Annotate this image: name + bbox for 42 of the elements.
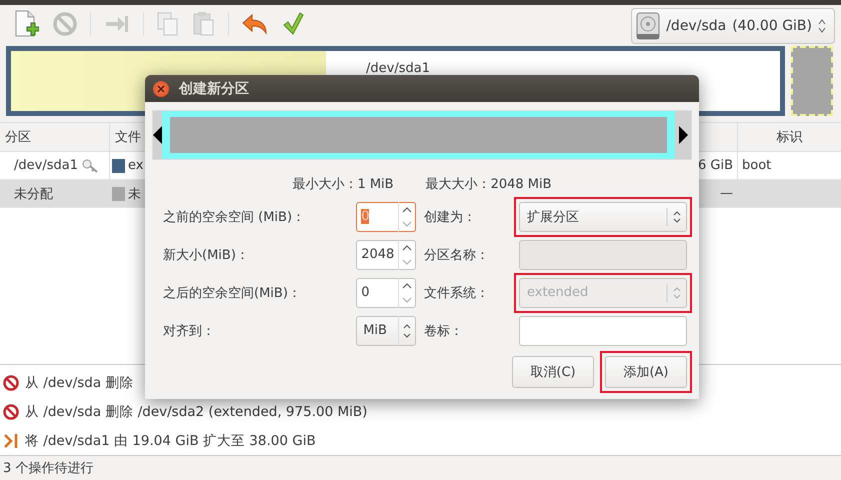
unit-dropdown[interactable]: MiB — [356, 316, 416, 346]
operation-text: 从 /dev/sda 删除 — [25, 374, 134, 392]
dropdown[interactable]: 扩展分区 — [519, 202, 687, 232]
column-header[interactable]: 分区 — [0, 123, 110, 151]
spin-field[interactable]: 0 — [356, 278, 416, 308]
input-field[interactable] — [519, 316, 687, 346]
delete-icon — [3, 375, 19, 392]
field-label: 之前的空余空间 (MiB)： — [163, 208, 306, 226]
field-label: 之后的空余空间(MiB)： — [163, 284, 301, 302]
table-cell-text: 未分配 — [14, 186, 53, 202]
resize-icon — [3, 432, 19, 449]
key-icon — [82, 158, 98, 172]
maximum-size-text: 最大大小：2048 MiB — [426, 176, 552, 188]
field-label: 对齐到： — [163, 322, 215, 340]
column-header[interactable]: 标识 — [738, 123, 841, 151]
table-cell: 6 GiB — [698, 158, 733, 173]
cancel-button[interactable]: 取消(C) — [512, 356, 594, 388]
device-selector[interactable]: /dev/sda (40.00 GiB) — [631, 8, 835, 44]
table-cell-text: 未 — [128, 186, 141, 202]
partition-label: /dev/sda1 — [366, 61, 430, 76]
table-cell: /dev/sda1 — [14, 158, 78, 173]
delete-icon — [3, 404, 19, 420]
table-cell: boot — [742, 158, 772, 173]
spin-field[interactable]: 2048 — [356, 240, 416, 270]
dialog-title: 创建新分区 — [179, 80, 249, 98]
operation-text: 将 /dev/sda1 由 19.04 GiB 扩大至 38.00 GiB — [25, 432, 316, 450]
table-cell: — — [720, 186, 733, 201]
close-icon — [157, 84, 165, 92]
unallocated-segment[interactable] — [791, 46, 833, 116]
close-button[interactable] — [153, 80, 169, 96]
field-label: 分区名称： — [424, 246, 490, 264]
status-text: 3 个操作待进行 — [3, 460, 94, 477]
field-label: 新大小(MiB)： — [163, 246, 249, 264]
operation-text: 从 /dev/sda 删除 /dev/sda2 (extended, 975.00 MiB) — [25, 403, 368, 421]
add-button[interactable]: 添加(A) — [605, 356, 687, 388]
field-label: 卷标： — [424, 322, 464, 340]
spin-arrows-icon — [818, 19, 826, 33]
field-label: 文件系统： — [424, 284, 490, 302]
right-handle-icon[interactable] — [679, 126, 688, 144]
field-label: 创建为： — [424, 208, 476, 226]
table-cell: ex — [128, 158, 144, 173]
minimum-size-text: 最小大小：1 MiB — [292, 176, 394, 188]
